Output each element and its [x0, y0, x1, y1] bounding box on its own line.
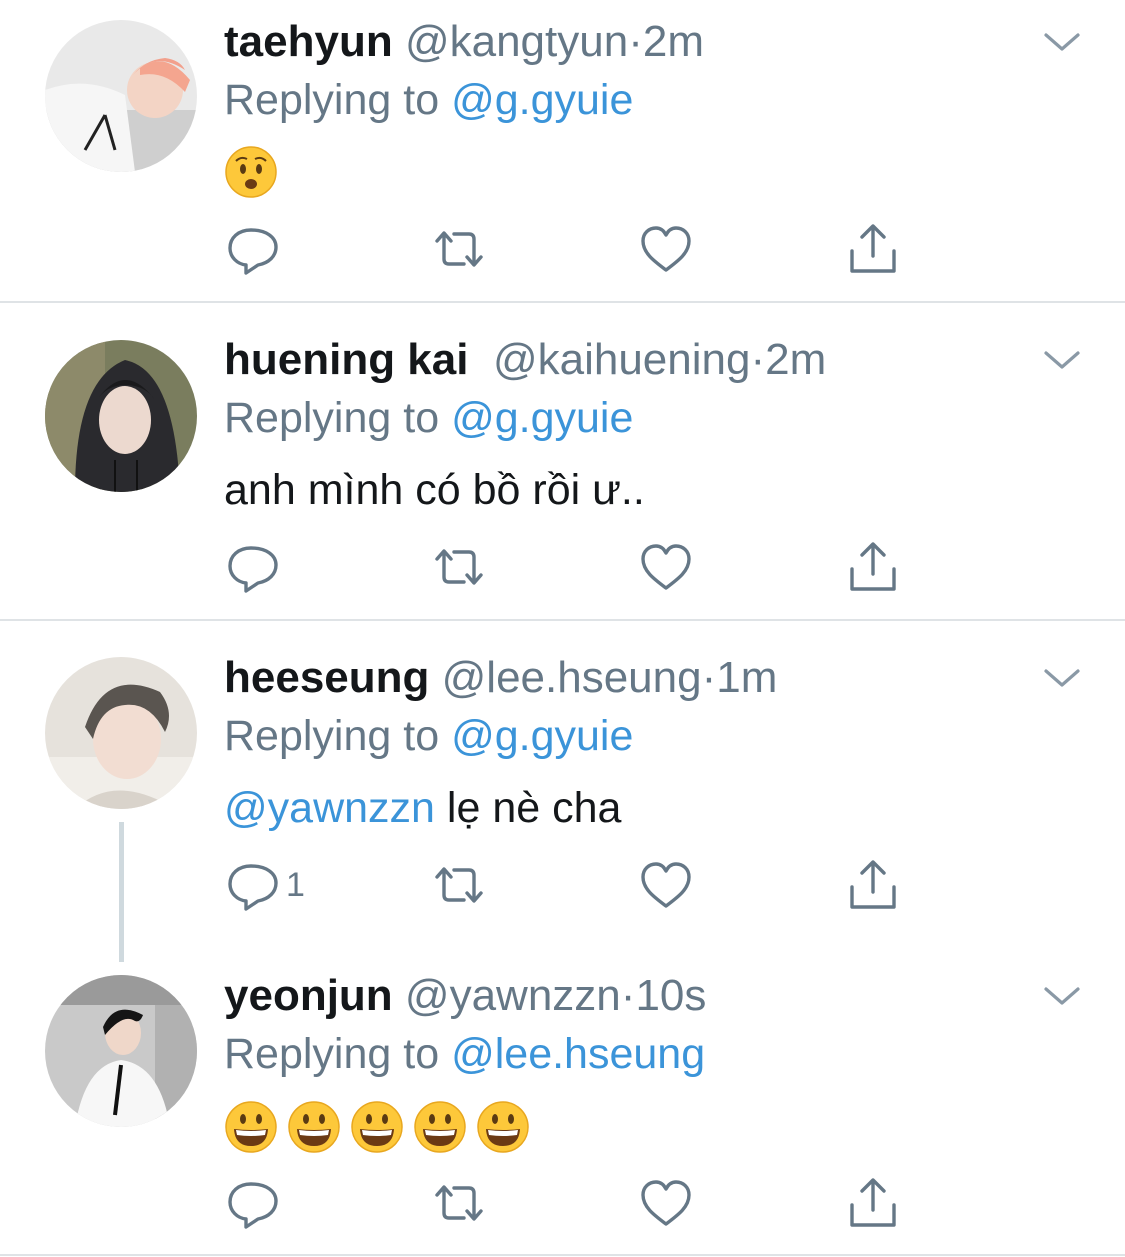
- separator-dot: ·: [750, 335, 766, 384]
- user-handle[interactable]: @kaihuening: [493, 335, 751, 384]
- tweet-actions: 1: [0, 857, 1125, 913]
- divider: [0, 1254, 1125, 1256]
- like-icon[interactable]: [638, 221, 694, 277]
- tweet-actions: [0, 539, 1125, 595]
- replying-to: Replying to @lee.hseung: [224, 1026, 705, 1082]
- grinning-face-emoji: [413, 1100, 467, 1154]
- reply-icon[interactable]: [225, 1175, 281, 1231]
- separator-dot: ·: [701, 653, 717, 702]
- divider: [0, 301, 1125, 303]
- reply-count: 1: [286, 866, 305, 904]
- share-icon[interactable]: [845, 221, 901, 277]
- separator-dot: ·: [628, 17, 643, 66]
- tweet-actions: [0, 221, 1125, 277]
- tweet-header: heeseung @lee.hseung·1m: [224, 650, 777, 706]
- share-icon[interactable]: [845, 857, 901, 913]
- replying-to-link[interactable]: @g.gyuie: [451, 712, 633, 760]
- replying-to-link[interactable]: @g.gyuie: [451, 76, 633, 124]
- avatar[interactable]: [45, 340, 197, 492]
- tweet-actions: [0, 1175, 1125, 1231]
- user-handle[interactable]: @lee.hseung: [442, 653, 702, 702]
- anguished-face-emoji: [224, 145, 278, 199]
- replying-prefix: Replying to: [224, 76, 452, 124]
- user-handle[interactable]: @yawnzzn: [405, 971, 621, 1020]
- like-icon[interactable]: [638, 539, 694, 595]
- replying-to: Replying to @g.gyuie: [224, 390, 633, 446]
- retweet-icon[interactable]: [431, 1175, 487, 1231]
- like-icon[interactable]: [638, 857, 694, 913]
- display-name[interactable]: taehyun: [224, 17, 393, 66]
- tweet-text: @yawnzzn lẹ nè cha: [224, 780, 621, 836]
- grinning-face-emoji: [224, 1100, 278, 1154]
- tweet-4[interactable]: yeonjun @yawnzzn·10s Replying to @lee.hs…: [0, 954, 1125, 1256]
- share-icon[interactable]: [845, 1175, 901, 1231]
- retweet-icon[interactable]: [431, 539, 487, 595]
- grinning-face-emoji: [476, 1100, 530, 1154]
- user-handle[interactable]: @kangtyun: [405, 17, 628, 66]
- display-name[interactable]: huening kai: [224, 335, 468, 384]
- avatar[interactable]: [45, 20, 197, 172]
- tweet-header: yeonjun @yawnzzn·10s: [224, 968, 706, 1024]
- reply-icon[interactable]: [225, 221, 281, 277]
- timestamp[interactable]: 10s: [635, 971, 706, 1020]
- chevron-down-icon[interactable]: [1042, 28, 1082, 56]
- tweet-body: [224, 145, 287, 201]
- tweet-2[interactable]: huening kai @kaihuening·2m Replying to @…: [0, 318, 1125, 620]
- display-name[interactable]: heeseung: [224, 653, 429, 702]
- retweet-icon[interactable]: [431, 221, 487, 277]
- chevron-down-icon[interactable]: [1042, 982, 1082, 1010]
- timestamp[interactable]: 2m: [643, 17, 704, 66]
- grinning-face-emoji: [287, 1100, 341, 1154]
- replying-prefix: Replying to: [224, 394, 452, 442]
- tweet-header: huening kai @kaihuening·2m: [224, 332, 826, 388]
- replying-to: Replying to @g.gyuie: [224, 72, 633, 128]
- tweet-text-content: lẹ nè cha: [434, 784, 622, 832]
- display-name[interactable]: yeonjun: [224, 971, 393, 1020]
- tweet-3[interactable]: heeseung @lee.hseung·1m Replying to @g.g…: [0, 636, 1125, 946]
- mention-link[interactable]: @yawnzzn: [224, 784, 435, 832]
- timestamp[interactable]: 2m: [765, 335, 826, 384]
- reply-icon[interactable]: [225, 857, 281, 913]
- replying-to-link[interactable]: @g.gyuie: [451, 394, 633, 442]
- replying-to-link[interactable]: @lee.hseung: [451, 1030, 705, 1078]
- tweet-1[interactable]: taehyun @kangtyun·2m Replying to @g.gyui…: [0, 0, 1125, 302]
- retweet-icon[interactable]: [431, 857, 487, 913]
- chevron-down-icon[interactable]: [1042, 664, 1082, 692]
- share-icon[interactable]: [845, 539, 901, 595]
- chevron-down-icon[interactable]: [1042, 346, 1082, 374]
- avatar[interactable]: [45, 975, 197, 1127]
- grinning-face-emoji: [350, 1100, 404, 1154]
- tweet-header: taehyun @kangtyun·2m: [224, 14, 704, 70]
- replying-to: Replying to @g.gyuie: [224, 708, 633, 764]
- tweet-body: [224, 1100, 539, 1156]
- like-icon[interactable]: [638, 1175, 694, 1231]
- separator-dot: ·: [620, 971, 636, 1020]
- replying-prefix: Replying to: [224, 1030, 452, 1078]
- reply-icon[interactable]: [225, 539, 281, 595]
- replying-prefix: Replying to: [224, 712, 452, 760]
- tweet-text: anh mình có bồ rồi ư..: [224, 466, 645, 514]
- timestamp[interactable]: 1m: [716, 653, 777, 702]
- divider: [0, 619, 1125, 621]
- avatar[interactable]: [45, 657, 197, 809]
